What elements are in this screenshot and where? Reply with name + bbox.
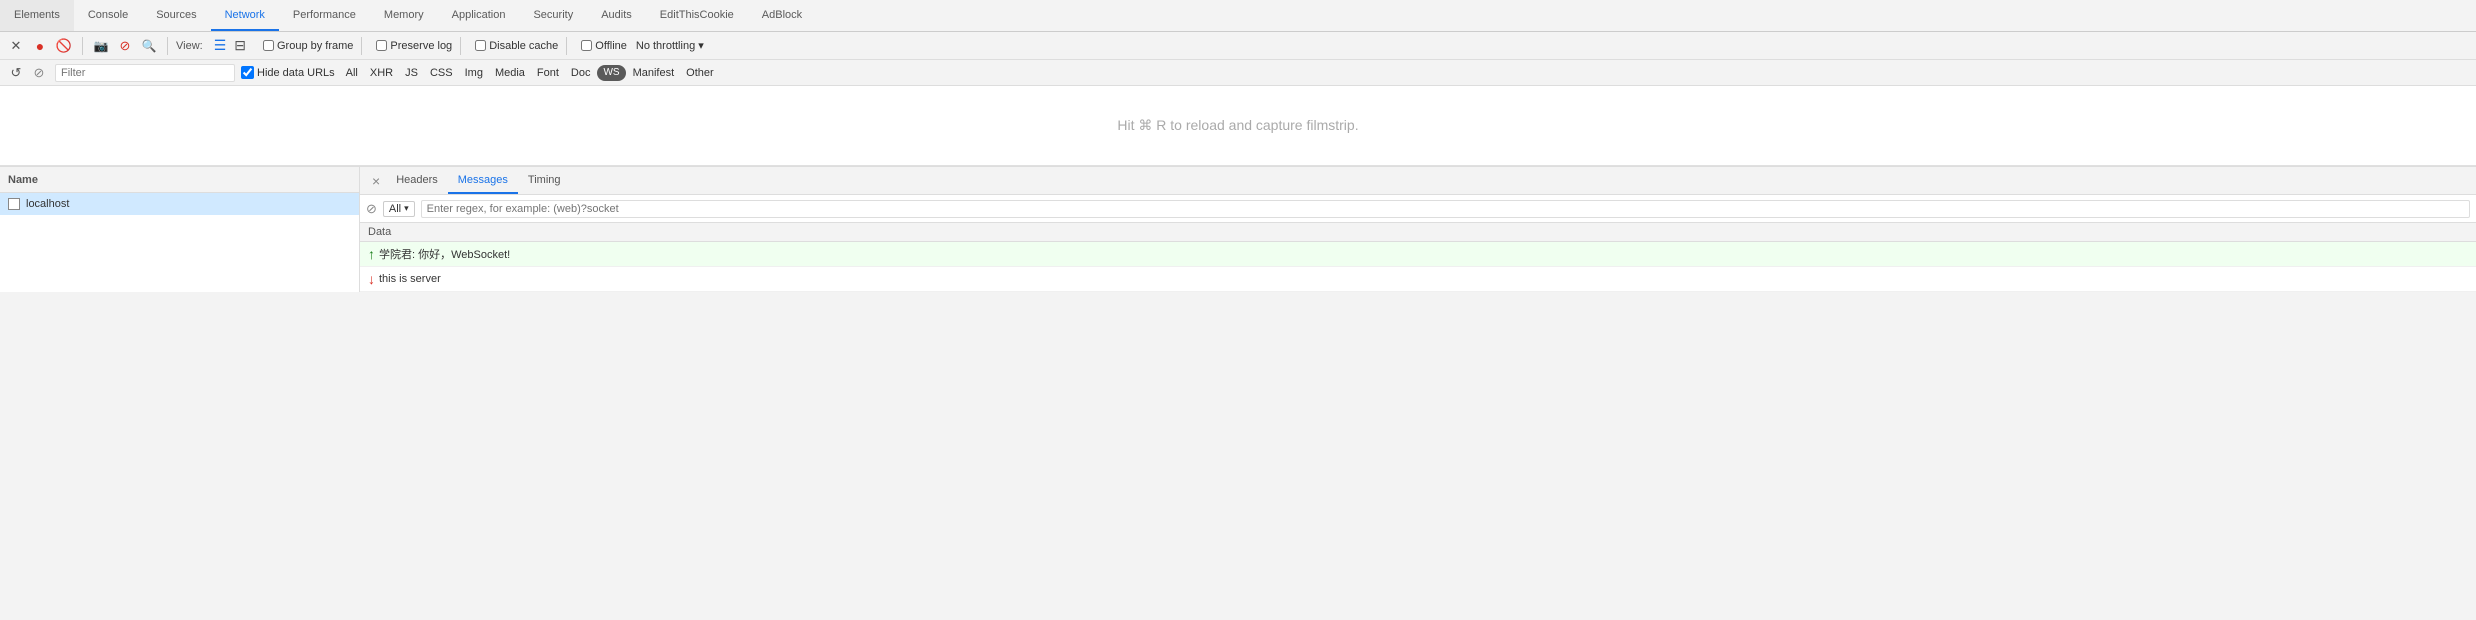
- group-by-frame-checkbox[interactable]: [263, 40, 274, 51]
- filter-tag-css[interactable]: CSS: [425, 64, 458, 82]
- filter-tag-all[interactable]: All: [341, 64, 363, 82]
- sent-arrow: ↑: [368, 246, 375, 262]
- toolbar-row2: ↺ ⊘ Hide data URLs AllXHRJSCSSImgMediaFo…: [0, 60, 2476, 86]
- tab-console[interactable]: Console: [74, 0, 142, 31]
- message-row-sent[interactable]: ↑ 学院君: 你好，WebSocket!: [360, 242, 2476, 267]
- camera-button[interactable]: 📷: [91, 36, 111, 56]
- filter-tag-xhr[interactable]: XHR: [365, 64, 398, 82]
- filter-tag-img[interactable]: Img: [460, 64, 488, 82]
- close-icon[interactable]: ✕: [6, 36, 26, 56]
- hide-data-urls-group: Hide data URLs: [241, 66, 335, 79]
- divider5: [566, 37, 567, 55]
- tab-performance[interactable]: Performance: [279, 0, 370, 31]
- filter-tag-other[interactable]: Other: [681, 64, 719, 82]
- disable-cache-group: Disable cache: [475, 40, 558, 52]
- group-by-frame-group: Group by frame: [263, 40, 353, 52]
- disable-cache-label: Disable cache: [489, 40, 558, 52]
- filter-input[interactable]: [55, 64, 235, 82]
- filter-tag-font[interactable]: Font: [532, 64, 564, 82]
- preserve-log-group: Preserve log: [376, 40, 452, 52]
- tab-adblock[interactable]: AdBlock: [748, 0, 816, 31]
- message-row-received[interactable]: ↓ this is server: [360, 267, 2476, 292]
- filter-tag-ws[interactable]: WS: [597, 65, 625, 81]
- tab-bar: ElementsConsoleSourcesNetworkPerformance…: [0, 0, 2476, 32]
- right-panel: × HeadersMessagesTiming ⊘ All ▾ Data ↑ 学…: [360, 167, 2476, 292]
- divider4: [460, 37, 461, 55]
- right-tab-headers[interactable]: Headers: [386, 167, 448, 194]
- offline-label: Offline: [595, 40, 627, 52]
- tab-audits[interactable]: Audits: [587, 0, 646, 31]
- filter-tag-doc[interactable]: Doc: [566, 64, 596, 82]
- tab-elements[interactable]: Elements: [0, 0, 74, 31]
- reload-icon[interactable]: ↺: [6, 63, 26, 83]
- right-tab-messages[interactable]: Messages: [448, 167, 518, 194]
- throttle-label: No throttling: [636, 40, 695, 52]
- filmstrip-area: Hit ⌘ R to reload and capture filmstrip.: [0, 86, 2476, 166]
- disable-cache-checkbox[interactable]: [475, 40, 486, 51]
- msg-filter-select[interactable]: All ▾: [383, 201, 415, 217]
- record-button[interactable]: ●: [30, 36, 50, 56]
- view-list-icon[interactable]: ☰: [211, 35, 230, 56]
- right-tab-timing[interactable]: Timing: [518, 167, 571, 194]
- offline-checkbox[interactable]: [581, 40, 592, 51]
- main-content: Hit ⌘ R to reload and capture filmstrip.…: [0, 86, 2476, 292]
- close-detail-button[interactable]: ×: [366, 173, 386, 189]
- filter-button[interactable]: ⊘: [115, 36, 135, 56]
- tab-application[interactable]: Application: [438, 0, 520, 31]
- right-tabs: × HeadersMessagesTiming: [360, 167, 2476, 195]
- divider1: [82, 37, 83, 55]
- filter-tag-manifest[interactable]: Manifest: [628, 64, 680, 82]
- filmstrip-hint: Hit ⌘ R to reload and capture filmstrip.: [1097, 97, 1378, 154]
- messages-toolbar: ⊘ All ▾: [360, 195, 2476, 223]
- preserve-log-checkbox[interactable]: [376, 40, 387, 51]
- filter-tags: AllXHRJSCSSImgMediaFontDocWSManifestOthe…: [341, 64, 719, 82]
- row2-icons: ↺ ⊘: [6, 63, 49, 83]
- msg-filter-input[interactable]: [421, 200, 2470, 218]
- view-icons: ☰ ⊟: [211, 35, 249, 56]
- view-detail-icon[interactable]: ⊟: [231, 35, 249, 56]
- tab-editthiscookie[interactable]: EditThisCookie: [646, 0, 748, 31]
- search-button[interactable]: 🔍: [139, 36, 159, 56]
- left-panel-header: Name: [0, 167, 359, 193]
- msg-filter-arrow: ▾: [404, 203, 409, 214]
- throttle-arrow: ▾: [698, 39, 704, 52]
- data-header: Data: [360, 223, 2476, 242]
- clear-button[interactable]: 🚫: [54, 36, 74, 56]
- filter-tag-js[interactable]: JS: [400, 64, 423, 82]
- offline-group: Offline: [581, 40, 627, 52]
- block-icon[interactable]: ⊘: [29, 63, 49, 83]
- msg-filter-value: All: [389, 203, 401, 215]
- preserve-log-label: Preserve log: [390, 40, 452, 52]
- tab-network[interactable]: Network: [211, 0, 279, 31]
- divider3: [361, 37, 362, 55]
- msg-block-icon-group: ⊘: [366, 201, 377, 217]
- toolbar-row1: ✕ ● 🚫 📷 ⊘ 🔍 View: ☰ ⊟ Group by frame Pre…: [0, 32, 2476, 60]
- network-row-name: localhost: [26, 198, 69, 210]
- name-column-header: Name: [8, 174, 38, 186]
- hide-data-urls-checkbox[interactable]: [241, 66, 254, 79]
- ws-row-icon: [8, 198, 20, 210]
- group-by-frame-label: Group by frame: [277, 40, 353, 52]
- hide-data-urls-label: Hide data URLs: [257, 67, 335, 79]
- network-row-localhost[interactable]: localhost: [0, 193, 359, 215]
- sent-text: 学院君: 你好，WebSocket!: [379, 246, 510, 262]
- filter-tag-media[interactable]: Media: [490, 64, 530, 82]
- throttle-select[interactable]: No throttling ▾: [631, 37, 709, 54]
- tab-memory[interactable]: Memory: [370, 0, 438, 31]
- msg-block-icon: ⊘: [366, 201, 377, 217]
- divider2: [167, 37, 168, 55]
- split-pane: Name localhost × HeadersMessagesTiming ⊘…: [0, 166, 2476, 292]
- received-arrow: ↓: [368, 271, 375, 287]
- tab-sources[interactable]: Sources: [142, 0, 210, 31]
- tab-security[interactable]: Security: [519, 0, 587, 31]
- left-panel: Name localhost: [0, 167, 360, 292]
- view-label: View:: [176, 40, 203, 52]
- received-text: this is server: [379, 273, 441, 285]
